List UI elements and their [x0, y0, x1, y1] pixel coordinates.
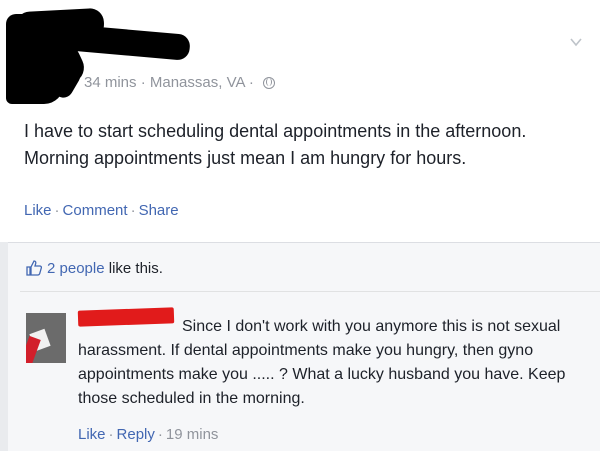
likes-count-link[interactable]: 2 people: [47, 260, 105, 277]
thumbs-up-icon: [26, 260, 42, 276]
comment-time[interactable]: 19 mins: [166, 426, 219, 443]
likes-rest: like this.: [108, 260, 163, 277]
globe-icon[interactable]: [263, 77, 275, 89]
chevron-down-icon[interactable]: [569, 35, 583, 49]
ufi-edge: [0, 242, 8, 450]
post-timestamp[interactable]: 34 mins: [84, 74, 137, 91]
post-text: I have to start scheduling dental appoin…: [24, 121, 527, 168]
comment-text: Since I don't work with you anymore this…: [78, 318, 566, 407]
share-link[interactable]: Share: [139, 202, 179, 219]
divider: [20, 291, 600, 292]
comment-actions: Like · Reply · 19 mins: [78, 426, 219, 443]
post-meta: 34 mins · Manassas, VA ·: [84, 74, 275, 91]
comment-link[interactable]: Comment: [63, 202, 128, 219]
facebook-post: 34 mins · Manassas, VA · I have to start…: [0, 0, 600, 451]
feedback-section: 2 people like this. Since I don't work w…: [8, 242, 600, 451]
comment-like-link[interactable]: Like: [78, 426, 106, 443]
likes-summary: 2 people like this.: [26, 260, 163, 277]
commenter-avatar[interactable]: [26, 313, 66, 363]
comment-reply-link[interactable]: Reply: [117, 426, 155, 443]
post-location[interactable]: Manassas, VA: [150, 74, 245, 91]
post-actions: Like · Comment · Share: [24, 202, 179, 219]
like-link[interactable]: Like: [24, 202, 52, 219]
